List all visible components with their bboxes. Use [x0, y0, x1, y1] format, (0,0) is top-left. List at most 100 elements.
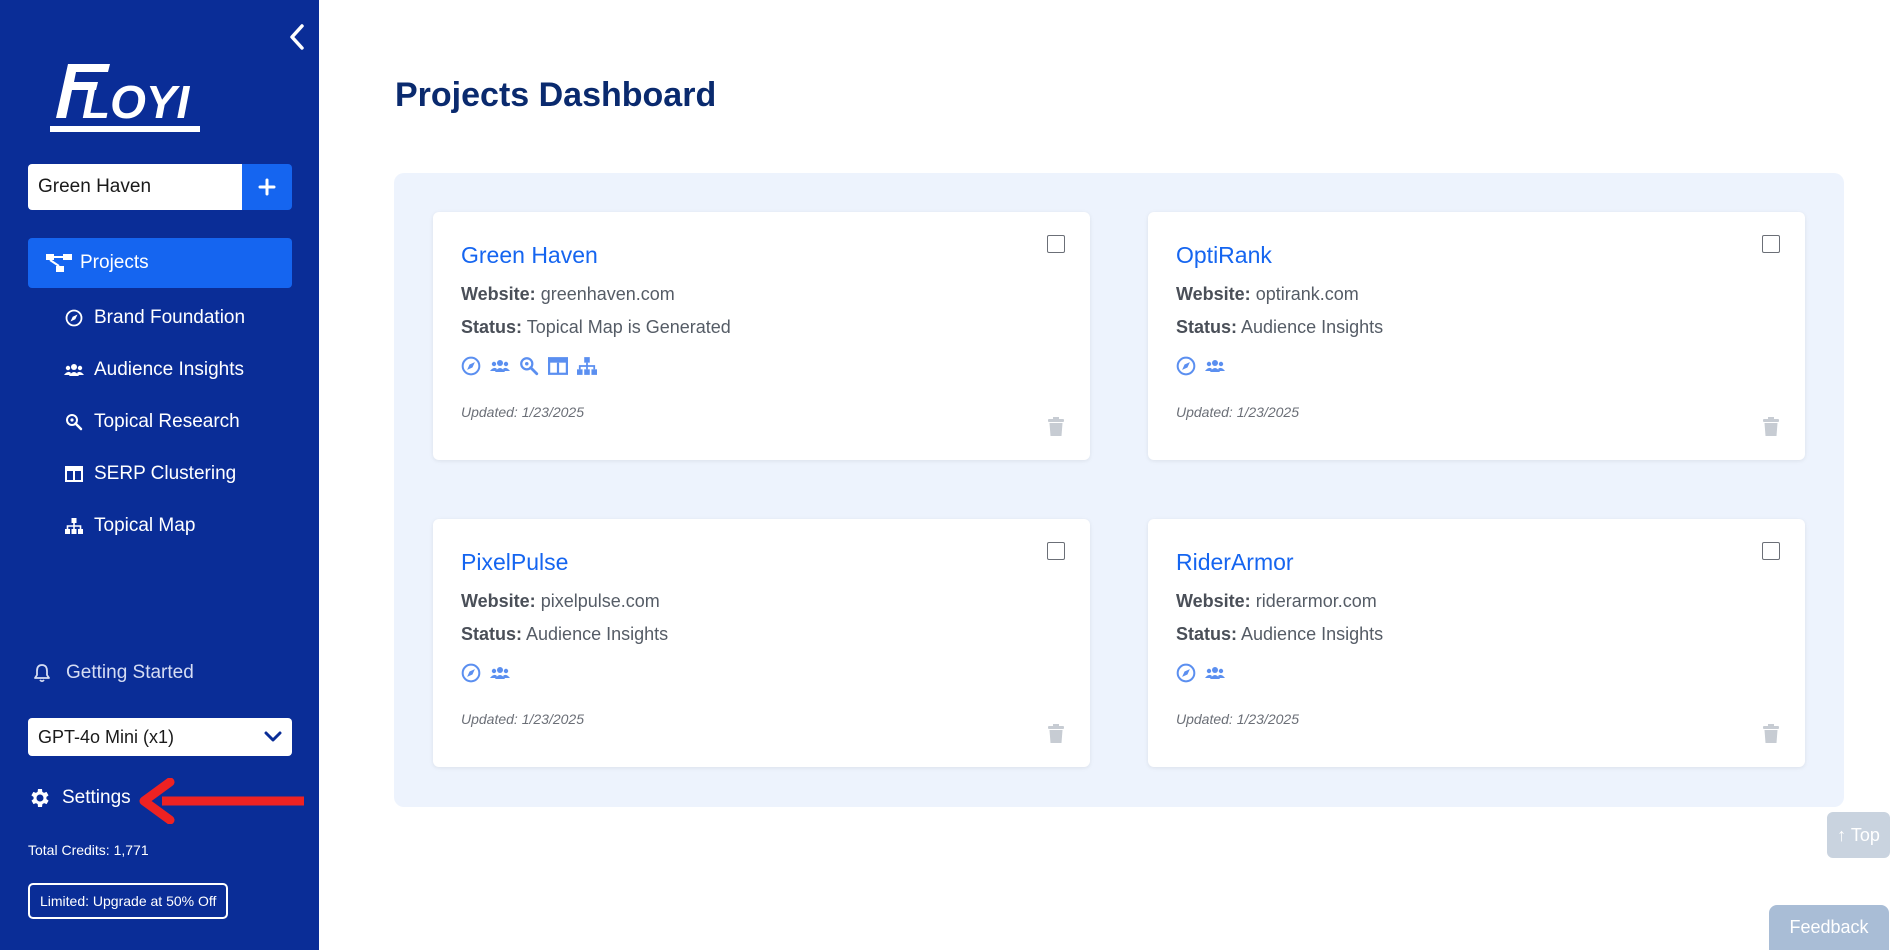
annotation-arrow-icon — [139, 778, 304, 824]
compass-icon — [461, 663, 481, 683]
progress-icons — [461, 356, 597, 376]
floyi-logo: LOYI — [50, 64, 200, 132]
chevron-down-icon — [264, 731, 282, 742]
sidebar-item-topical-research[interactable]: Topical Research — [28, 396, 292, 448]
sidebar-item-audience-insights[interactable]: Audience Insights — [28, 344, 292, 396]
upgrade-button[interactable]: Limited: Upgrade at 50% Off — [28, 883, 229, 919]
sidebar-item-label: Brand Foundation — [94, 307, 246, 328]
settings-label: Settings — [62, 787, 131, 808]
project-status: Status: Audience Insights — [1176, 317, 1383, 338]
app-root: LOYI Green Haven Projects Brand Foundati… — [0, 0, 1900, 950]
website-label: Website: — [1176, 284, 1251, 304]
website-value: optirank.com — [1255, 284, 1359, 304]
compass-icon — [64, 308, 84, 328]
project-website: Website: riderarmor.com — [1176, 591, 1377, 612]
project-name-link[interactable]: PixelPulse — [461, 549, 568, 576]
sidebar-nav: Projects Brand Foundation Audience Insig… — [28, 238, 292, 552]
status-value: Audience Insights — [1241, 624, 1384, 644]
project-card: Green Haven Website: greenhaven.com Stat… — [433, 212, 1090, 460]
svg-text:LOYI: LOYI — [82, 76, 191, 128]
sidebar-item-label: SERP Clustering — [94, 463, 237, 484]
status-value: Topical Map is Generated — [526, 317, 731, 337]
settings-link[interactable]: Settings — [28, 786, 131, 810]
progress-icons — [1176, 663, 1225, 683]
select-project-checkbox[interactable] — [1762, 542, 1780, 560]
status-label: Status: — [461, 624, 523, 644]
updated-date: Updated: 1/23/2025 — [461, 404, 584, 420]
project-select-field[interactable]: Green Haven — [28, 164, 242, 210]
updated-date: Updated: 1/23/2025 — [461, 711, 584, 727]
model-select-value: GPT-4o Mini (x1) — [38, 726, 175, 747]
sitemap-icon — [577, 356, 597, 376]
columns-icon — [548, 356, 568, 376]
trash-icon[interactable] — [1047, 724, 1065, 744]
chevron-left-icon — [290, 24, 304, 50]
scroll-top-button[interactable]: ↑ Top — [1827, 812, 1890, 858]
status-label: Status: — [461, 317, 523, 337]
sidebar-item-label: Audience Insights — [94, 359, 244, 380]
page-title: Projects Dashboard — [395, 76, 717, 114]
users-icon — [1205, 663, 1225, 683]
status-label: Status: — [1176, 317, 1238, 337]
project-name-link[interactable]: OptiRank — [1176, 242, 1272, 269]
website-label: Website: — [461, 591, 536, 611]
website-label: Website: — [1176, 591, 1251, 611]
total-credits: Total Credits: 1,771 — [28, 842, 149, 858]
project-status: Status: Audience Insights — [1176, 624, 1383, 645]
project-website: Website: optirank.com — [1176, 284, 1359, 305]
search-icon — [64, 412, 84, 432]
project-selector: Green Haven — [28, 164, 292, 210]
add-project-button[interactable] — [242, 164, 292, 210]
plus-icon — [258, 178, 276, 196]
sidebar-item-label: Projects — [80, 252, 149, 273]
select-project-checkbox[interactable] — [1047, 542, 1065, 560]
columns-icon — [64, 464, 84, 484]
collapse-sidebar-button[interactable] — [282, 22, 312, 52]
search-icon — [519, 356, 539, 376]
project-card: OptiRank Website: optirank.com Status: A… — [1148, 212, 1805, 460]
users-icon — [490, 663, 510, 683]
select-project-checkbox[interactable] — [1762, 235, 1780, 253]
project-name-link[interactable]: Green Haven — [461, 242, 598, 269]
users-icon — [1205, 356, 1225, 376]
bell-icon — [30, 663, 54, 683]
status-value: Audience Insights — [1241, 317, 1384, 337]
feedback-button[interactable]: Feedback — [1769, 905, 1889, 950]
getting-started-label: Getting Started — [66, 662, 194, 683]
website-value: riderarmor.com — [1255, 591, 1377, 611]
sidebar-item-brand-foundation[interactable]: Brand Foundation — [28, 292, 292, 344]
progress-icons — [461, 663, 510, 683]
sidebar-item-serp-clustering[interactable]: SERP Clustering — [28, 448, 292, 500]
users-icon — [490, 356, 510, 376]
website-value: pixelpulse.com — [540, 591, 660, 611]
projects-board: Green Haven Website: greenhaven.com Stat… — [394, 173, 1844, 807]
status-value: Audience Insights — [526, 624, 669, 644]
updated-date: Updated: 1/23/2025 — [1176, 711, 1299, 727]
getting-started-link[interactable]: Getting Started — [30, 662, 194, 684]
updated-date: Updated: 1/23/2025 — [1176, 404, 1299, 420]
compass-icon — [1176, 663, 1196, 683]
trash-icon[interactable] — [1762, 417, 1780, 437]
status-label: Status: — [1176, 624, 1238, 644]
compass-icon — [461, 356, 481, 376]
project-name-link[interactable]: RiderArmor — [1176, 549, 1294, 576]
project-website: Website: greenhaven.com — [461, 284, 675, 305]
sidebar-item-projects[interactable]: Projects — [28, 238, 292, 288]
project-card: PixelPulse Website: pixelpulse.com Statu… — [433, 519, 1090, 767]
trash-icon[interactable] — [1762, 724, 1780, 744]
sidebar-item-label: Topical Map — [94, 515, 196, 536]
trash-icon[interactable] — [1047, 417, 1065, 437]
users-icon — [64, 360, 84, 380]
compass-icon — [1176, 356, 1196, 376]
select-project-checkbox[interactable] — [1047, 235, 1065, 253]
project-card: RiderArmor Website: riderarmor.com Statu… — [1148, 519, 1805, 767]
gear-icon — [31, 789, 49, 807]
website-label: Website: — [461, 284, 536, 304]
sitemap-icon — [64, 516, 84, 536]
model-select[interactable]: GPT-4o Mini (x1) — [28, 718, 292, 756]
project-diagram-icon — [46, 253, 74, 273]
project-website: Website: pixelpulse.com — [461, 591, 660, 612]
sidebar-item-topical-map[interactable]: Topical Map — [28, 500, 292, 552]
website-value: greenhaven.com — [540, 284, 675, 304]
project-status: Status: Audience Insights — [461, 624, 668, 645]
